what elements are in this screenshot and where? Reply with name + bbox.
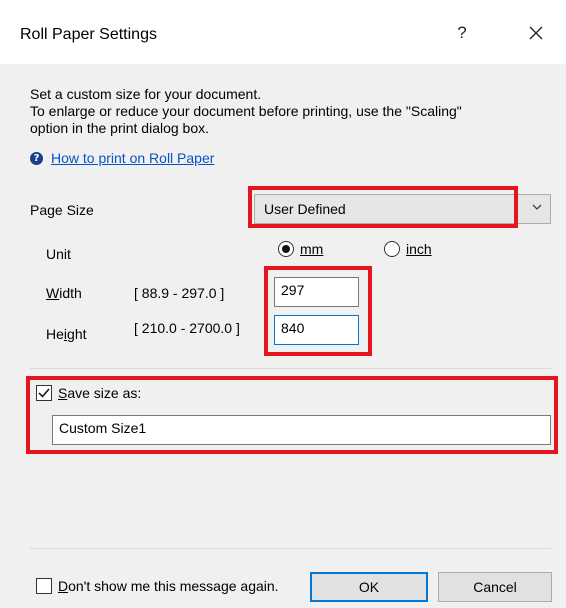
height-label-pre: He	[46, 326, 64, 342]
divider-1	[30, 368, 551, 369]
height-label: Height	[46, 326, 87, 342]
dont-show-label-accel: D	[58, 578, 69, 594]
width-label-rest: idth	[59, 285, 82, 301]
unit-inch-option[interactable]: inch	[384, 241, 432, 257]
close-icon	[529, 26, 543, 40]
unit-label: Unit	[46, 246, 71, 262]
page-size-label: Page Size	[30, 202, 94, 218]
description: Set a custom size for your document. To …	[30, 86, 530, 137]
dialog-title: Roll Paper Settings	[20, 26, 157, 43]
height-label-post: ght	[67, 326, 87, 342]
info-icon: ?	[30, 151, 43, 165]
radio-dot	[282, 245, 290, 253]
width-range: [ 88.9 - 297.0 ]	[134, 285, 225, 301]
dont-show-label-rest: on't show me this message again.	[68, 578, 279, 594]
description-line-3: option in the print dialog box.	[30, 120, 210, 136]
description-line-1: Set a custom size for your document.	[30, 86, 262, 102]
dont-show-checkbox[interactable]	[36, 578, 52, 594]
dont-show-option[interactable]: Don't show me this message again.	[36, 578, 279, 594]
help-link-row: ? How to print on Roll Paper	[30, 150, 214, 166]
ok-button[interactable]: OK	[310, 572, 428, 602]
unit-inch-label: inch	[406, 241, 432, 257]
close-button[interactable]	[518, 18, 554, 48]
size-inputs-highlight	[264, 266, 372, 356]
radio-inch[interactable]	[384, 241, 400, 257]
help-link[interactable]: How to print on Roll Paper	[51, 150, 214, 166]
unit-mm-label: mm	[300, 241, 324, 257]
help-button[interactable]: ?	[444, 18, 480, 48]
page-size-highlight	[248, 186, 518, 228]
width-label: Width	[46, 285, 82, 301]
save-size-highlight	[26, 376, 558, 454]
radio-mm[interactable]	[278, 241, 294, 257]
cancel-button[interactable]: Cancel	[438, 572, 552, 602]
chevron-down-icon	[532, 204, 542, 210]
description-line-2: To enlarge or reduce your document befor…	[30, 103, 462, 119]
width-label-accel: W	[46, 285, 60, 301]
height-range: [ 210.0 - 2700.0 ]	[134, 320, 240, 336]
unit-mm-option[interactable]: mm	[278, 241, 323, 257]
dont-show-label: Don't show me this message again.	[58, 578, 279, 594]
divider-2	[30, 548, 551, 549]
